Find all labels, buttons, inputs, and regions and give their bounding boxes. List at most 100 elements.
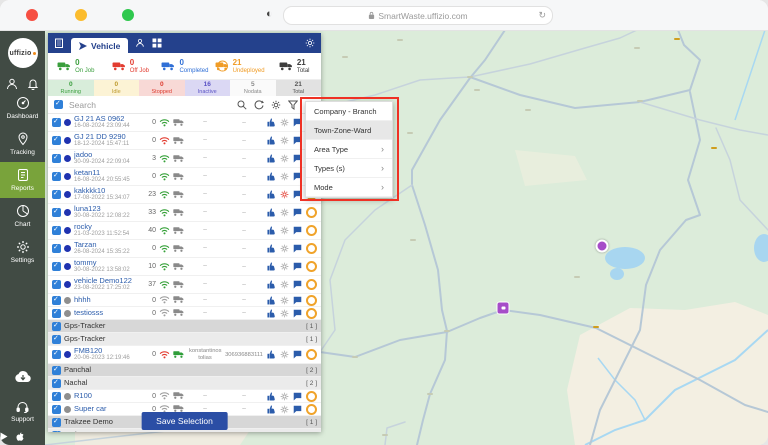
row-checkbox[interactable] — [52, 296, 61, 305]
thumbs-up-icon[interactable] — [267, 280, 276, 289]
panel-settings-gear-icon[interactable] — [305, 38, 315, 48]
status-chip[interactable]: 0 Idle — [94, 80, 140, 96]
bell-icon[interactable] — [27, 78, 39, 90]
chat-icon[interactable] — [293, 296, 302, 305]
row-gear-icon[interactable] — [280, 154, 289, 163]
thumbs-up-icon[interactable] — [267, 118, 276, 127]
vehicle-list-row[interactable]: Tarzan 26-08-2024 15:35:22 0 -- -- — [48, 240, 321, 258]
row-checkbox[interactable] — [52, 405, 61, 414]
status-chip[interactable]: 5 Nodata — [230, 80, 276, 96]
row-checkbox[interactable] — [52, 366, 61, 375]
address-bar[interactable]: SmartWaste.uffizio.com ↻ — [283, 6, 553, 25]
row-gear-icon[interactable] — [280, 118, 289, 127]
status-ring-icon[interactable] — [306, 279, 317, 290]
chat-icon[interactable] — [293, 154, 302, 163]
thumbs-up-icon[interactable] — [267, 190, 276, 199]
row-gear-icon[interactable] — [280, 309, 289, 318]
sidebar-item-reports[interactable]: Reports — [0, 162, 45, 198]
thumbs-up-icon[interactable] — [267, 208, 276, 217]
poi-marker-icon[interactable] — [497, 302, 510, 315]
driver-icon[interactable] — [135, 38, 145, 48]
dropdown-menu-item[interactable]: Area Type › — [306, 140, 392, 159]
row-checkbox[interactable] — [52, 431, 61, 433]
status-ring-icon[interactable] — [306, 404, 317, 415]
summary-status[interactable]: 21 Total — [266, 59, 321, 74]
sidebar-item-settings[interactable]: Settings — [0, 234, 45, 270]
status-ring-icon[interactable] — [306, 295, 317, 306]
row-checkbox[interactable] — [52, 208, 61, 217]
row-gear-icon[interactable] — [280, 280, 289, 289]
vehicle-list-row[interactable]: FMB120 20-06-2023 12:19:46 0 konstantino… — [48, 346, 321, 364]
minimize-window-icon[interactable] — [75, 9, 87, 21]
row-gear-icon[interactable] — [280, 244, 289, 253]
vehicle-list-row[interactable]: tommy 30-08-2022 13:58:02 10 -- -- — [48, 258, 321, 276]
vehicle-list-row[interactable]: testiosss 0 -- -- — [48, 307, 321, 320]
sidebar-item-support[interactable]: Support — [0, 401, 45, 423]
vehicle-list-row[interactable]: rocky 21-03-2023 11:52:54 40 -- -- — [48, 222, 321, 240]
vehicle-list-row[interactable]: kakkkk10 17-08-2022 15:34:07 23 -- -- — [48, 186, 321, 204]
building-icon[interactable] — [54, 38, 64, 48]
vehicle-list-row[interactable]: Gps-Tracker — [48, 333, 321, 346]
status-chip[interactable]: 0 Running — [48, 80, 94, 96]
vehicle-list-row[interactable]: Panchal — [48, 364, 321, 377]
gear-filter-icon[interactable] — [271, 100, 281, 110]
chat-icon[interactable] — [293, 244, 302, 253]
row-checkbox[interactable] — [52, 190, 61, 199]
thumbs-up-icon[interactable] — [267, 405, 276, 414]
sidebar-item-chart[interactable]: Chart — [0, 198, 45, 234]
row-gear-icon[interactable] — [280, 226, 289, 235]
thumbs-up-icon[interactable] — [267, 262, 276, 271]
row-checkbox[interactable] — [52, 379, 61, 388]
search-input[interactable]: Search — [69, 100, 231, 110]
poi-marker-icon[interactable] — [596, 240, 609, 253]
maximize-window-icon[interactable] — [122, 9, 134, 21]
status-ring-icon[interactable] — [306, 391, 317, 402]
row-gear-icon[interactable] — [280, 392, 289, 401]
google-play-icon[interactable] — [0, 432, 8, 441]
summary-status[interactable]: 0 On Job — [48, 59, 103, 74]
shield-icon[interactable]: ◐ — [266, 8, 273, 21]
close-window-icon[interactable] — [26, 9, 38, 21]
dropdown-menu-item[interactable]: Company - Branch — [306, 102, 392, 121]
row-checkbox[interactable] — [52, 118, 61, 127]
refresh-icon[interactable] — [254, 100, 264, 110]
thumbs-up-icon[interactable] — [267, 154, 276, 163]
row-gear-icon[interactable] — [280, 190, 289, 199]
row-gear-icon[interactable] — [280, 262, 289, 271]
row-gear-icon[interactable] — [280, 350, 289, 359]
search-icon[interactable] — [237, 100, 247, 110]
status-chip[interactable]: 0 Stopped — [139, 80, 185, 96]
chat-icon[interactable] — [293, 350, 302, 359]
summary-status[interactable]: 0 Completed — [157, 59, 212, 74]
chat-icon[interactable] — [293, 392, 302, 401]
status-ring-icon[interactable] — [306, 349, 317, 360]
status-chip[interactable]: 21 Total — [276, 80, 322, 96]
tab-vehicle[interactable]: Vehicle — [71, 38, 128, 53]
row-checkbox[interactable] — [52, 154, 61, 163]
select-all-checkbox[interactable] — [54, 100, 63, 109]
vehicle-list-row[interactable]: jadoo 30-09-2024 22:09:04 3 -- -- — [48, 150, 321, 168]
status-ring-icon[interactable] — [306, 225, 317, 236]
thumbs-up-icon[interactable] — [267, 244, 276, 253]
row-checkbox[interactable] — [52, 418, 61, 427]
thumbs-up-icon[interactable] — [267, 350, 276, 359]
row-gear-icon[interactable] — [280, 136, 289, 145]
row-checkbox[interactable] — [52, 262, 61, 271]
vehicle-list-row[interactable]: Gps-Tracker — [48, 320, 321, 333]
dropdown-menu-item[interactable]: Town-Zone-Ward — [306, 121, 392, 140]
chat-icon[interactable] — [293, 405, 302, 414]
row-gear-icon[interactable] — [280, 405, 289, 414]
dropdown-menu-item[interactable]: Mode › — [306, 178, 392, 197]
status-ring-icon[interactable] — [306, 261, 317, 272]
reload-icon[interactable]: ↻ — [538, 10, 546, 21]
chat-icon[interactable] — [293, 208, 302, 217]
vehicle-list-row[interactable]: GJ 21 AS 0962 16-08-2024 23:09:44 0 -- -… — [48, 114, 321, 132]
funnel-filter-icon[interactable] — [288, 100, 298, 110]
user-icon[interactable] — [6, 78, 18, 90]
chat-icon[interactable] — [293, 172, 302, 181]
row-checkbox[interactable] — [52, 335, 61, 344]
chat-icon[interactable] — [293, 136, 302, 145]
vehicle-list-row[interactable]: luna123 30-08-2022 12:08:22 33 -- -- — [48, 204, 321, 222]
sidebar-item-tracking[interactable]: Tracking — [0, 126, 45, 162]
save-selection-button[interactable]: Save Selection — [141, 412, 228, 430]
